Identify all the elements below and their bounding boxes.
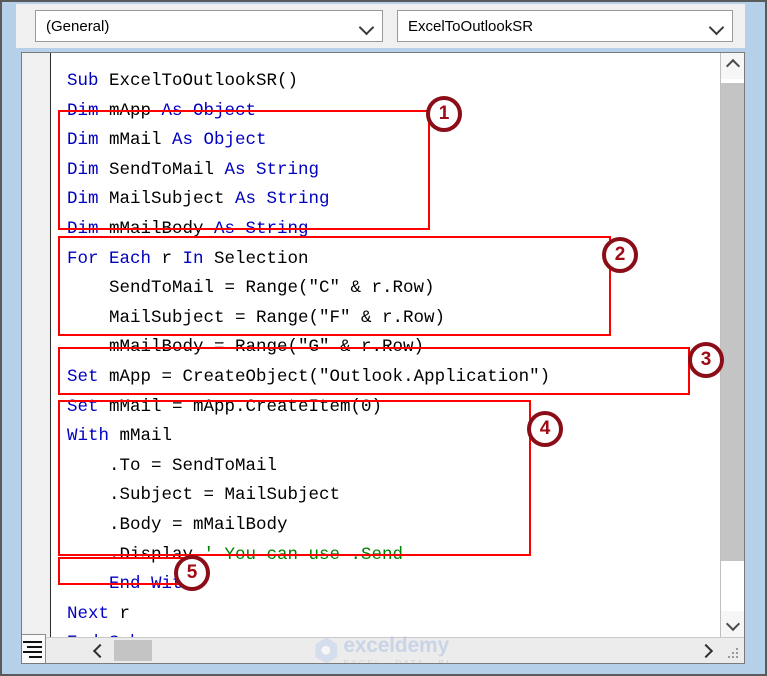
code-line: With mMail <box>67 426 173 447</box>
view-mode-buttons <box>22 633 54 663</box>
editor-toolbar: (General) ExcelToOutlookSR <box>16 4 745 48</box>
code-line: Next r <box>67 603 131 624</box>
code-line: Dim mMail As Object <box>67 130 267 151</box>
annotation-badge-5: 5 <box>174 555 210 591</box>
chevron-left-icon <box>94 645 104 655</box>
watermark-tagline: EXCEL · DATA · BI <box>343 657 451 664</box>
code-line: Set mMail = mApp.CreateItem(0) <box>67 396 383 417</box>
chevron-right-icon <box>700 645 710 655</box>
code-line: Dim SendToMail As String <box>67 159 320 180</box>
exceldemy-logo-icon <box>315 637 338 663</box>
chevron-down-icon[interactable] <box>708 17 726 35</box>
vertical-scrollbar-thumb[interactable] <box>721 83 744 561</box>
code-line: mMailBody = Range("G" & r.Row) <box>67 337 425 358</box>
code-line: Set mApp = CreateObject("Outlook.Applica… <box>67 366 551 387</box>
object-dropdown-value: (General) <box>46 17 110 35</box>
code-line: Dim mMailBody As String <box>67 218 309 239</box>
annotation-badge-4: 4 <box>527 411 563 447</box>
code-line: .Subject = MailSubject <box>67 485 341 506</box>
code-line: Sub ExcelToOutlookSR() <box>67 71 299 91</box>
code-pane: Sub ExcelToOutlookSR() Dim mApp As Object… <box>21 52 745 664</box>
horizontal-scroll-bar: exceldemy EXCEL · DATA · BI <box>22 633 744 664</box>
code-editor-surface[interactable]: Sub ExcelToOutlookSR() Dim mApp As Object… <box>52 53 744 637</box>
code-line: Dim mApp As Object <box>67 100 257 121</box>
code-line: .To = SendToMail <box>67 455 278 476</box>
object-dropdown[interactable]: (General) <box>35 10 383 42</box>
annotation-badge-3: 3 <box>688 342 724 378</box>
procedure-dropdown[interactable]: ExcelToOutlookSR <box>397 10 733 42</box>
code-line: For Each r In Selection <box>67 248 309 269</box>
full-module-view-icon <box>23 641 42 661</box>
code-line: .Display ' You can use .Send <box>67 544 404 565</box>
chevron-down-icon <box>728 618 738 628</box>
vertical-scrollbar[interactable] <box>720 53 744 637</box>
full-module-view-button[interactable] <box>22 634 46 663</box>
exceldemy-watermark: exceldemy EXCEL · DATA · BI <box>315 633 451 664</box>
scroll-down-button[interactable] <box>721 611 744 637</box>
scroll-left-button[interactable] <box>86 638 112 663</box>
chevron-down-icon[interactable] <box>358 17 376 35</box>
margin-indicator-bar[interactable] <box>22 53 51 637</box>
code-line: .Body = mMailBody <box>67 514 288 535</box>
code-line: Dim MailSubject As String <box>67 189 330 210</box>
code-line: MailSubject = Range("F" & r.Row) <box>67 307 446 328</box>
code-line: End With <box>109 574 194 595</box>
procedure-dropdown-value: ExcelToOutlookSR <box>408 17 534 35</box>
scroll-right-button[interactable] <box>692 638 718 663</box>
code-line: SendToMail = Range("C" & r.Row) <box>67 278 435 299</box>
vba-editor-window: (General) ExcelToOutlookSR Sub ExcelToOu… <box>0 0 767 676</box>
annotation-badge-1: 1 <box>426 96 462 132</box>
horizontal-scrollbar-thumb[interactable] <box>114 640 152 661</box>
annotation-badge-2: 2 <box>602 237 638 273</box>
chevron-up-icon <box>728 60 738 70</box>
watermark-name: exceldemy <box>343 633 449 657</box>
resize-grip[interactable] <box>728 648 740 660</box>
vba-code[interactable]: Sub ExcelToOutlookSR() Dim mApp As Object… <box>52 67 550 637</box>
code-line: End Sub <box>52 629 550 637</box>
scroll-up-button[interactable] <box>721 53 744 79</box>
